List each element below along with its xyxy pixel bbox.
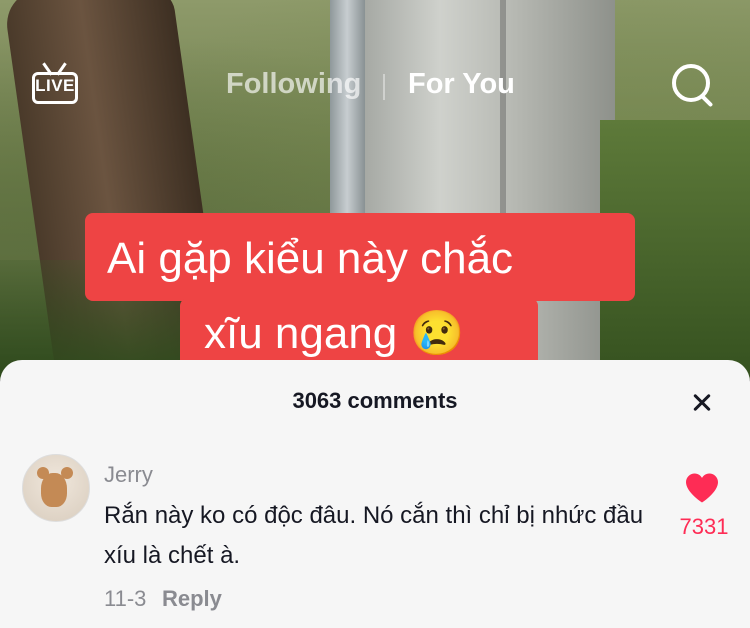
top-navigation: LIVE Following For You	[0, 0, 750, 170]
comment-text: Rắn này ko có độc đâu. Nó cắn thì chỉ bị…	[104, 502, 644, 569]
like-count: 7331	[679, 514, 729, 539]
heart-icon	[686, 473, 718, 503]
comment-username[interactable]: Jerry	[104, 462, 153, 488]
like-button[interactable]: 7331	[676, 468, 736, 548]
live-label: LIVE	[35, 76, 75, 95]
reply-button[interactable]: Reply	[162, 586, 222, 612]
search-icon[interactable]	[672, 64, 716, 108]
comments-count: 3063 comments	[292, 388, 458, 413]
comment-date: 11-3	[104, 586, 147, 611]
tab-following[interactable]: Following	[226, 68, 361, 101]
tab-divider	[383, 74, 385, 100]
comments-panel: 3063 comments Jerry Rắn này ko có độc đâ…	[0, 360, 750, 628]
avatar[interactable]	[22, 454, 90, 522]
close-icon[interactable]	[682, 382, 722, 422]
live-button[interactable]: LIVE	[32, 62, 80, 106]
video-caption-line-1: Ai gặp kiểu này chắc	[85, 213, 635, 301]
tab-for-you[interactable]: For You	[408, 68, 515, 101]
